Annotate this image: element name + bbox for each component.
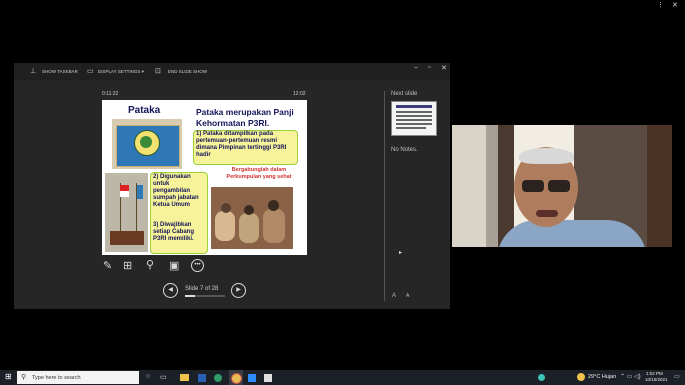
clock: 12:02	[293, 91, 306, 97]
weather-text[interactable]: 29°C Hujan	[588, 374, 616, 380]
mouse-cursor-icon: ▸	[399, 250, 403, 256]
point-3-text: 3) Diwajibkan setiap Cabang P3RI memilik…	[153, 222, 195, 242]
task-view-icon[interactable]: ○	[146, 373, 150, 380]
weather-icon	[577, 373, 585, 381]
search-placeholder: Type here to search	[32, 375, 81, 381]
notification-icon[interactable]: ▭	[674, 373, 680, 380]
pataka-banner-image	[112, 119, 182, 169]
cortana-icon[interactable]: ▭	[160, 373, 167, 381]
next-slide-label: Next slide	[391, 91, 418, 97]
edge-icon[interactable]	[214, 374, 222, 382]
clock-date[interactable]: 10/15/2021	[645, 377, 668, 382]
point-1-text: 1) Pataka ditampilkan pada pertemuan-per…	[196, 131, 287, 158]
next-slide-thumbnail[interactable]	[391, 101, 437, 136]
current-slide: Pataka Pataka merupakan Panji Kehormatan…	[102, 100, 307, 255]
flag-photo	[105, 173, 148, 252]
group-photo	[211, 187, 293, 249]
pen-tool-icon[interactable]: ✎	[103, 259, 112, 272]
speaker-notes: No Notes.	[391, 147, 418, 153]
point-1-panel: 1) Pataka ditampilkan pada pertemuan-per…	[193, 130, 298, 165]
increase-font-icon[interactable]: A	[392, 293, 396, 299]
black-screen-icon[interactable]: ▣	[169, 259, 179, 272]
search-icon: ⚲	[21, 374, 27, 381]
file-explorer-icon[interactable]	[180, 374, 189, 381]
clock-time[interactable]: 1:02 PM	[646, 371, 663, 376]
previous-slide-button[interactable]: ◀	[163, 283, 178, 298]
presenter-view-window: ⊥ SHOW TASKBAR ▭ DISPLAY SETTINGS ▾ ⊡ EN…	[14, 63, 450, 309]
slide-title-left: Pataka	[128, 105, 161, 116]
show-taskbar-button[interactable]: SHOW TASKBAR	[42, 69, 78, 74]
window-close-icon[interactable]: ✕	[672, 1, 678, 9]
maximize-icon[interactable]: ▫	[428, 64, 430, 71]
webcam-video	[452, 125, 672, 247]
slide-counter[interactable]: Slide 7 of 28	[185, 286, 218, 292]
app-icon[interactable]	[264, 374, 272, 382]
point-2-text: 2) Digunakan untuk pengambilan sumpah ja…	[153, 174, 199, 208]
taskbar-search-box[interactable]: ⚲ Type here to search	[17, 371, 139, 384]
windows-start-icon[interactable]: ⊞	[5, 372, 12, 381]
taskbar-toggle-icon[interactable]: ⊥	[30, 67, 36, 75]
motto-text: Bergabunglah dalam Perkumpulan yang seha…	[226, 167, 292, 180]
elapsed-timer: 0:11:22	[102, 91, 119, 97]
word-icon[interactable]	[198, 374, 206, 382]
end-show-icon[interactable]: ⊡	[155, 67, 161, 75]
next-slide-button[interactable]: ▶	[231, 283, 246, 298]
minimize-icon[interactable]: ‒	[414, 64, 418, 71]
window-menu-icon[interactable]: ⋮	[657, 1, 664, 9]
active-app-indicator	[229, 370, 243, 385]
display-settings-icon[interactable]: ▭	[87, 67, 94, 75]
more-options-icon[interactable]: •••	[191, 259, 204, 272]
see-all-slides-icon[interactable]: ⊞	[123, 259, 132, 272]
point-2-3-panel: 2) Digunakan untuk pengambilan sumpah ja…	[150, 172, 208, 254]
close-icon[interactable]: ✕	[441, 64, 447, 72]
display-settings-button[interactable]: DISPLAY SETTINGS ▾	[98, 69, 144, 75]
decrease-font-icon[interactable]: A	[406, 293, 409, 299]
presenter-toolbar: ⊥ SHOW TASKBAR ▭ DISPLAY SETTINGS ▾ ⊡ EN…	[14, 63, 450, 80]
system-tray-icons[interactable]: ⌃ ▭ ◁)	[620, 373, 641, 380]
zoom-app-icon[interactable]	[248, 374, 256, 382]
store-icon[interactable]	[538, 374, 545, 381]
zoom-icon[interactable]: ⚲	[146, 258, 154, 271]
pane-divider[interactable]	[384, 91, 385, 301]
slide-progress-bar	[185, 295, 225, 297]
slide-title-right: Pataka merupakan Panji Kehormatan P3RI.	[196, 107, 294, 128]
end-slide-show-button[interactable]: END SLIDE SHOW	[168, 69, 207, 74]
